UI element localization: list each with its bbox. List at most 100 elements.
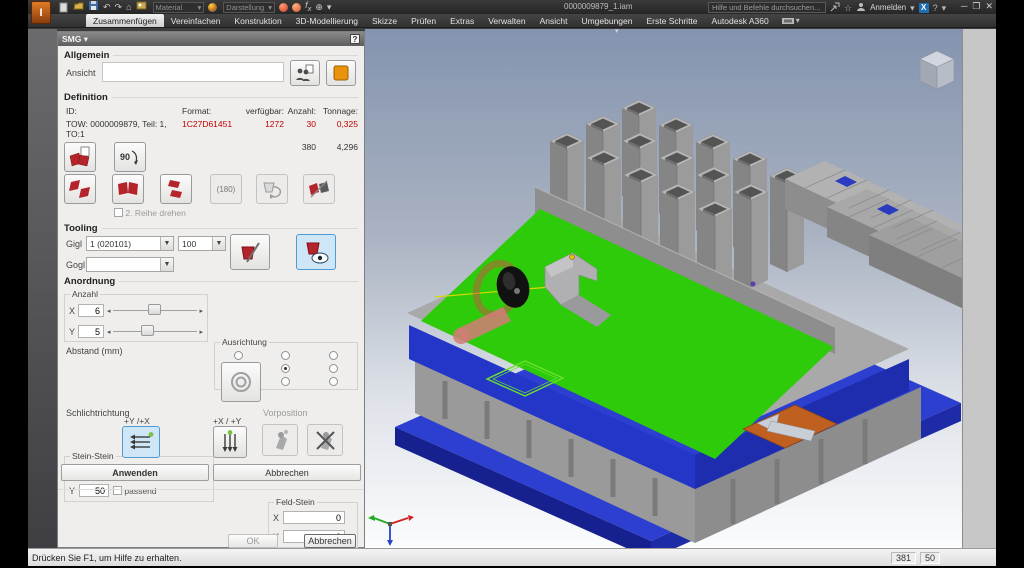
anzahl-x-slider[interactable]: ◂▸ [107,307,203,315]
dialog-help-icon[interactable]: ? [350,34,360,44]
swap-rotate-button[interactable] [256,174,288,204]
signin-link[interactable]: Anmelden [870,3,906,12]
center-distance-button[interactable] [221,362,261,402]
title-right-cluster: Hilfe und Befehle durchsuchen... ☆ Anmel… [708,2,946,14]
preposition-off-button[interactable] [307,424,343,456]
tab-verwalten[interactable]: Verwalten [481,14,532,27]
status-count-x: 381 [891,552,916,564]
help-caret-icon[interactable]: ▾ [942,3,947,13]
align-bottom-center-radio[interactable] [281,377,290,386]
smg-dialog-title: SMG [62,34,81,44]
close-button[interactable]: ✕ [985,1,993,12]
inventor-app-icon[interactable]: I [31,1,51,24]
align-top-left-radio[interactable] [234,351,243,360]
ansicht-input[interactable] [102,62,284,82]
undo-icon[interactable]: ↶ [103,2,111,13]
tab-erste-schritte[interactable]: Erste Schritte [640,14,705,27]
show-tool-button[interactable] [296,234,336,270]
view-cube[interactable] [920,51,954,89]
open-file-icon[interactable] [73,0,84,14]
block-hand-button[interactable] [303,174,335,204]
share-icon[interactable] [830,2,840,14]
status-count-y: 50 [920,552,940,564]
gigl-size-select[interactable]: 100▼ [178,236,226,251]
gigl-label: Gigl [66,239,82,249]
tonnage-value: 0,325 [316,119,358,139]
available-value: 1272 [240,119,284,139]
preposition-button[interactable] [262,424,298,456]
anzahl-x-input[interactable] [78,304,104,317]
favorites-star-icon[interactable]: ☆ [844,3,852,13]
status-bar: Drücken Sie F1, um Hilfe zu erhalten. 38… [28,548,996,566]
align-bottom-right-radio[interactable] [329,377,338,386]
column-blocks-button[interactable] [160,174,192,204]
gigl-select[interactable]: 1 (020101)▼ [86,236,174,251]
align-mid-right-radio[interactable] [329,364,338,373]
material-sphere2-icon[interactable] [292,3,301,12]
model-viewport[interactable]: ▾ [365,29,962,548]
home-icon[interactable]: ⌂ [126,2,131,13]
align-center-radio[interactable] [281,364,290,373]
tab-umgebungen[interactable]: Umgebungen [574,14,639,27]
tab-ansicht[interactable]: Ansicht [533,14,575,27]
align-top-right-radio[interactable] [329,351,338,360]
gogl-select[interactable]: ▼ [86,257,174,272]
qat-more-icon[interactable]: ▾ [327,2,332,13]
status-coordinates: 381 50 [891,552,940,564]
measure-icon[interactable]: ⊕ [315,2,323,13]
save-icon[interactable] [88,0,99,14]
stein-y-passend-checkbox[interactable]: passend [113,486,157,496]
tab-vereinfachen[interactable]: Vereinfachen [164,14,228,27]
anzahl-y-slider[interactable]: ◂▸ [107,328,203,336]
feld-x-input[interactable] [283,511,345,524]
yx-direction-button[interactable] [122,426,160,458]
xy-direction-label: +X / +Y [213,416,241,426]
parameters-fx-icon[interactable]: fx [305,0,311,14]
restore-button[interactable]: ❐ [972,1,980,12]
tab-skizze[interactable]: Skizze [365,14,404,27]
tab-3d-modellierung[interactable]: 3D-Modellierung [289,14,365,27]
format-value: 1C27D61451 [182,119,240,139]
material-dropdown[interactable]: Material▾ [153,2,205,13]
left-dock-strip [28,29,57,548]
orange-to-button[interactable] [326,60,356,86]
ok-button[interactable]: OK [228,534,278,548]
stein-y-label: Y [69,486,75,496]
pair-blocks-button[interactable] [112,174,144,204]
render-icon[interactable] [136,0,147,14]
smg-dialog-header[interactable]: SMG ▾ ? [58,32,364,46]
apply-button[interactable]: Anwenden [61,464,209,481]
user-icon[interactable] [856,2,866,14]
signin-caret-icon[interactable]: ▾ [910,3,915,13]
tab-pruefen[interactable]: Prüfen [404,14,443,27]
tab-extras[interactable]: Extras [443,14,481,27]
appearance-dropdown[interactable]: Darstellung▾ [223,2,275,13]
anzahl-y-label: Y [69,327,75,337]
tab-konstruktion[interactable]: Konstruktion [227,14,288,27]
apply-cancel-button[interactable]: Abbrechen [213,464,361,481]
stein-y-input[interactable] [79,484,109,497]
stagger-blocks-button[interactable] [64,174,96,204]
align-top-center-radio[interactable] [281,351,290,360]
anzahl-y-input[interactable] [78,325,104,338]
ribbon-display-options[interactable]: ▾ [782,14,800,27]
edit-tool-button[interactable] [230,234,270,270]
rotate-90-button[interactable]: 90 [114,142,146,172]
quick-access-toolbar: ↶ ↷ ⌂ Material▾ Darstellung▾ fx ⊕ ▾ [58,0,331,14]
redo-icon[interactable]: ↷ [115,2,123,13]
material-sphere-icon[interactable] [279,3,288,12]
new-file-icon[interactable] [58,2,69,13]
view-people-button[interactable] [290,60,320,86]
tab-zusammenfuegen[interactable]: Zusammenfügen [86,14,164,27]
minimize-button[interactable]: ─ [961,1,967,12]
cancel-button[interactable]: Abbrechen [304,534,356,548]
tab-autodesk-a360[interactable]: Autodesk A360 [705,14,776,27]
help-icon[interactable]: ? [933,3,938,13]
exchange-apps-icon[interactable]: X [919,3,929,13]
help-search-input[interactable]: Hilfe und Befehle durchsuchen... [708,2,826,13]
ribbon-collapse-arrow[interactable]: ▾ [615,29,619,35]
block-pair-button[interactable] [64,142,96,172]
second-row-rotate-checkbox[interactable]: 2. Reihe drehen [114,208,186,218]
xy-direction-button[interactable] [213,426,247,458]
rotate-180-button[interactable]: (180) [210,174,242,204]
